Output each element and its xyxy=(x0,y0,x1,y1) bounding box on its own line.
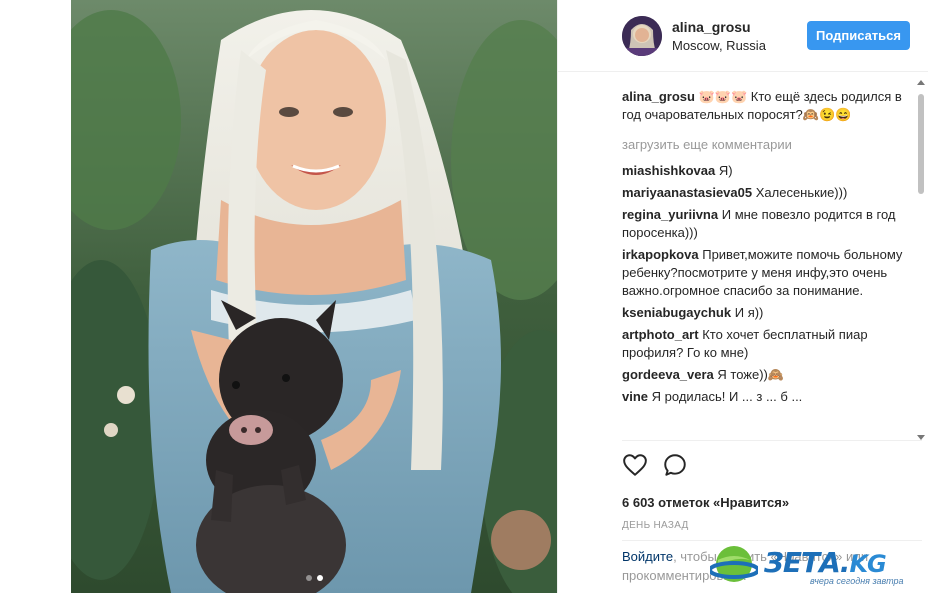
comment-text: И я)) xyxy=(734,305,764,320)
watermark-brand: ЗЕТА.KG xyxy=(764,546,887,579)
heart-icon[interactable] xyxy=(622,452,648,478)
watermark-brand-name: ЗЕТА. xyxy=(764,546,850,579)
site-watermark: ЗЕТА.KG вчера сегодня завтра xyxy=(710,540,925,588)
avatar[interactable] xyxy=(622,16,662,56)
carousel-dot-active[interactable] xyxy=(316,575,323,581)
comment-username[interactable]: irkapopkova xyxy=(622,247,699,262)
comment-text: Я тоже))🙈 xyxy=(717,367,785,382)
post-date[interactable]: ДЕНЬ НАЗАД xyxy=(622,520,922,531)
comment-username[interactable]: miashishkovaa xyxy=(622,163,715,178)
post-header: alina_grosu Moscow, Russia Подписаться xyxy=(558,0,928,72)
comment-username[interactable]: regina_yuriivna xyxy=(622,207,718,222)
globe-logo-icon xyxy=(710,546,758,582)
comments-scrollbar[interactable] xyxy=(916,80,926,440)
action-icons xyxy=(622,451,922,479)
load-more-comments-link[interactable]: загрузить еще комментарии xyxy=(622,136,922,154)
scroll-thumb[interactable] xyxy=(918,94,924,194)
comment-text: Халесенькие))) xyxy=(755,185,848,200)
likes-count[interactable]: 6 603 отметок «Нравится» xyxy=(622,495,922,510)
watermark-tld: KG xyxy=(849,550,886,578)
comment-row: artphoto_art Кто хочет бесплатный пиар п… xyxy=(622,326,922,362)
scroll-up-arrow-icon[interactable] xyxy=(917,80,925,85)
comment-username[interactable]: mariyaanastasieva05 xyxy=(622,185,752,200)
comments-list[interactable]: alina_grosu 🐷🐷🐷 Кто ещё здесь родился в … xyxy=(622,88,922,440)
post-username[interactable]: alina_grosu xyxy=(672,19,751,35)
carousel-dots xyxy=(71,575,557,581)
post-actions: 6 603 отметок «Нравится» ДЕНЬ НАЗАД xyxy=(622,440,922,540)
caption-username[interactable]: alina_grosu xyxy=(622,89,695,104)
carousel-dot[interactable] xyxy=(305,575,312,581)
follow-button[interactable]: Подписаться xyxy=(807,21,910,50)
comment-username[interactable]: vine xyxy=(622,389,648,404)
comment-row: gordeeva_vera Я тоже))🙈 xyxy=(622,366,922,384)
comment-icon[interactable] xyxy=(662,452,688,478)
comment-row: regina_yuriivna И мне повезло родится в … xyxy=(622,206,922,242)
comment-row: irkapopkova Привет,можите помочь больном… xyxy=(622,246,922,300)
post-sidebar: alina_grosu Moscow, Russia Подписаться a… xyxy=(557,0,928,593)
photo-image xyxy=(71,0,557,593)
avatar-image xyxy=(622,16,662,56)
comment-username[interactable]: gordeeva_vera xyxy=(622,367,714,382)
comment-row: vine Я родилась! И ... з ... б ... xyxy=(622,388,922,406)
comment-row: mariyaanastasieva05 Халесенькие))) xyxy=(622,184,922,202)
comment-text: Я родилась! И ... з ... б ... xyxy=(651,389,803,404)
comment-row: miashishkovaa Я) xyxy=(622,162,922,180)
comment-row: kseniabugaychuk И я)) xyxy=(622,304,922,322)
comment-text: Я) xyxy=(718,163,733,178)
post-location[interactable]: Moscow, Russia xyxy=(672,38,766,53)
login-link[interactable]: Войдите xyxy=(622,549,673,564)
post-photo[interactable] xyxy=(71,0,557,593)
post-caption: alina_grosu 🐷🐷🐷 Кто ещё здесь родился в … xyxy=(622,88,922,124)
watermark-tagline: вчера сегодня завтра xyxy=(810,576,904,586)
comment-username[interactable]: kseniabugaychuk xyxy=(622,305,731,320)
comment-username[interactable]: artphoto_art xyxy=(622,327,699,342)
